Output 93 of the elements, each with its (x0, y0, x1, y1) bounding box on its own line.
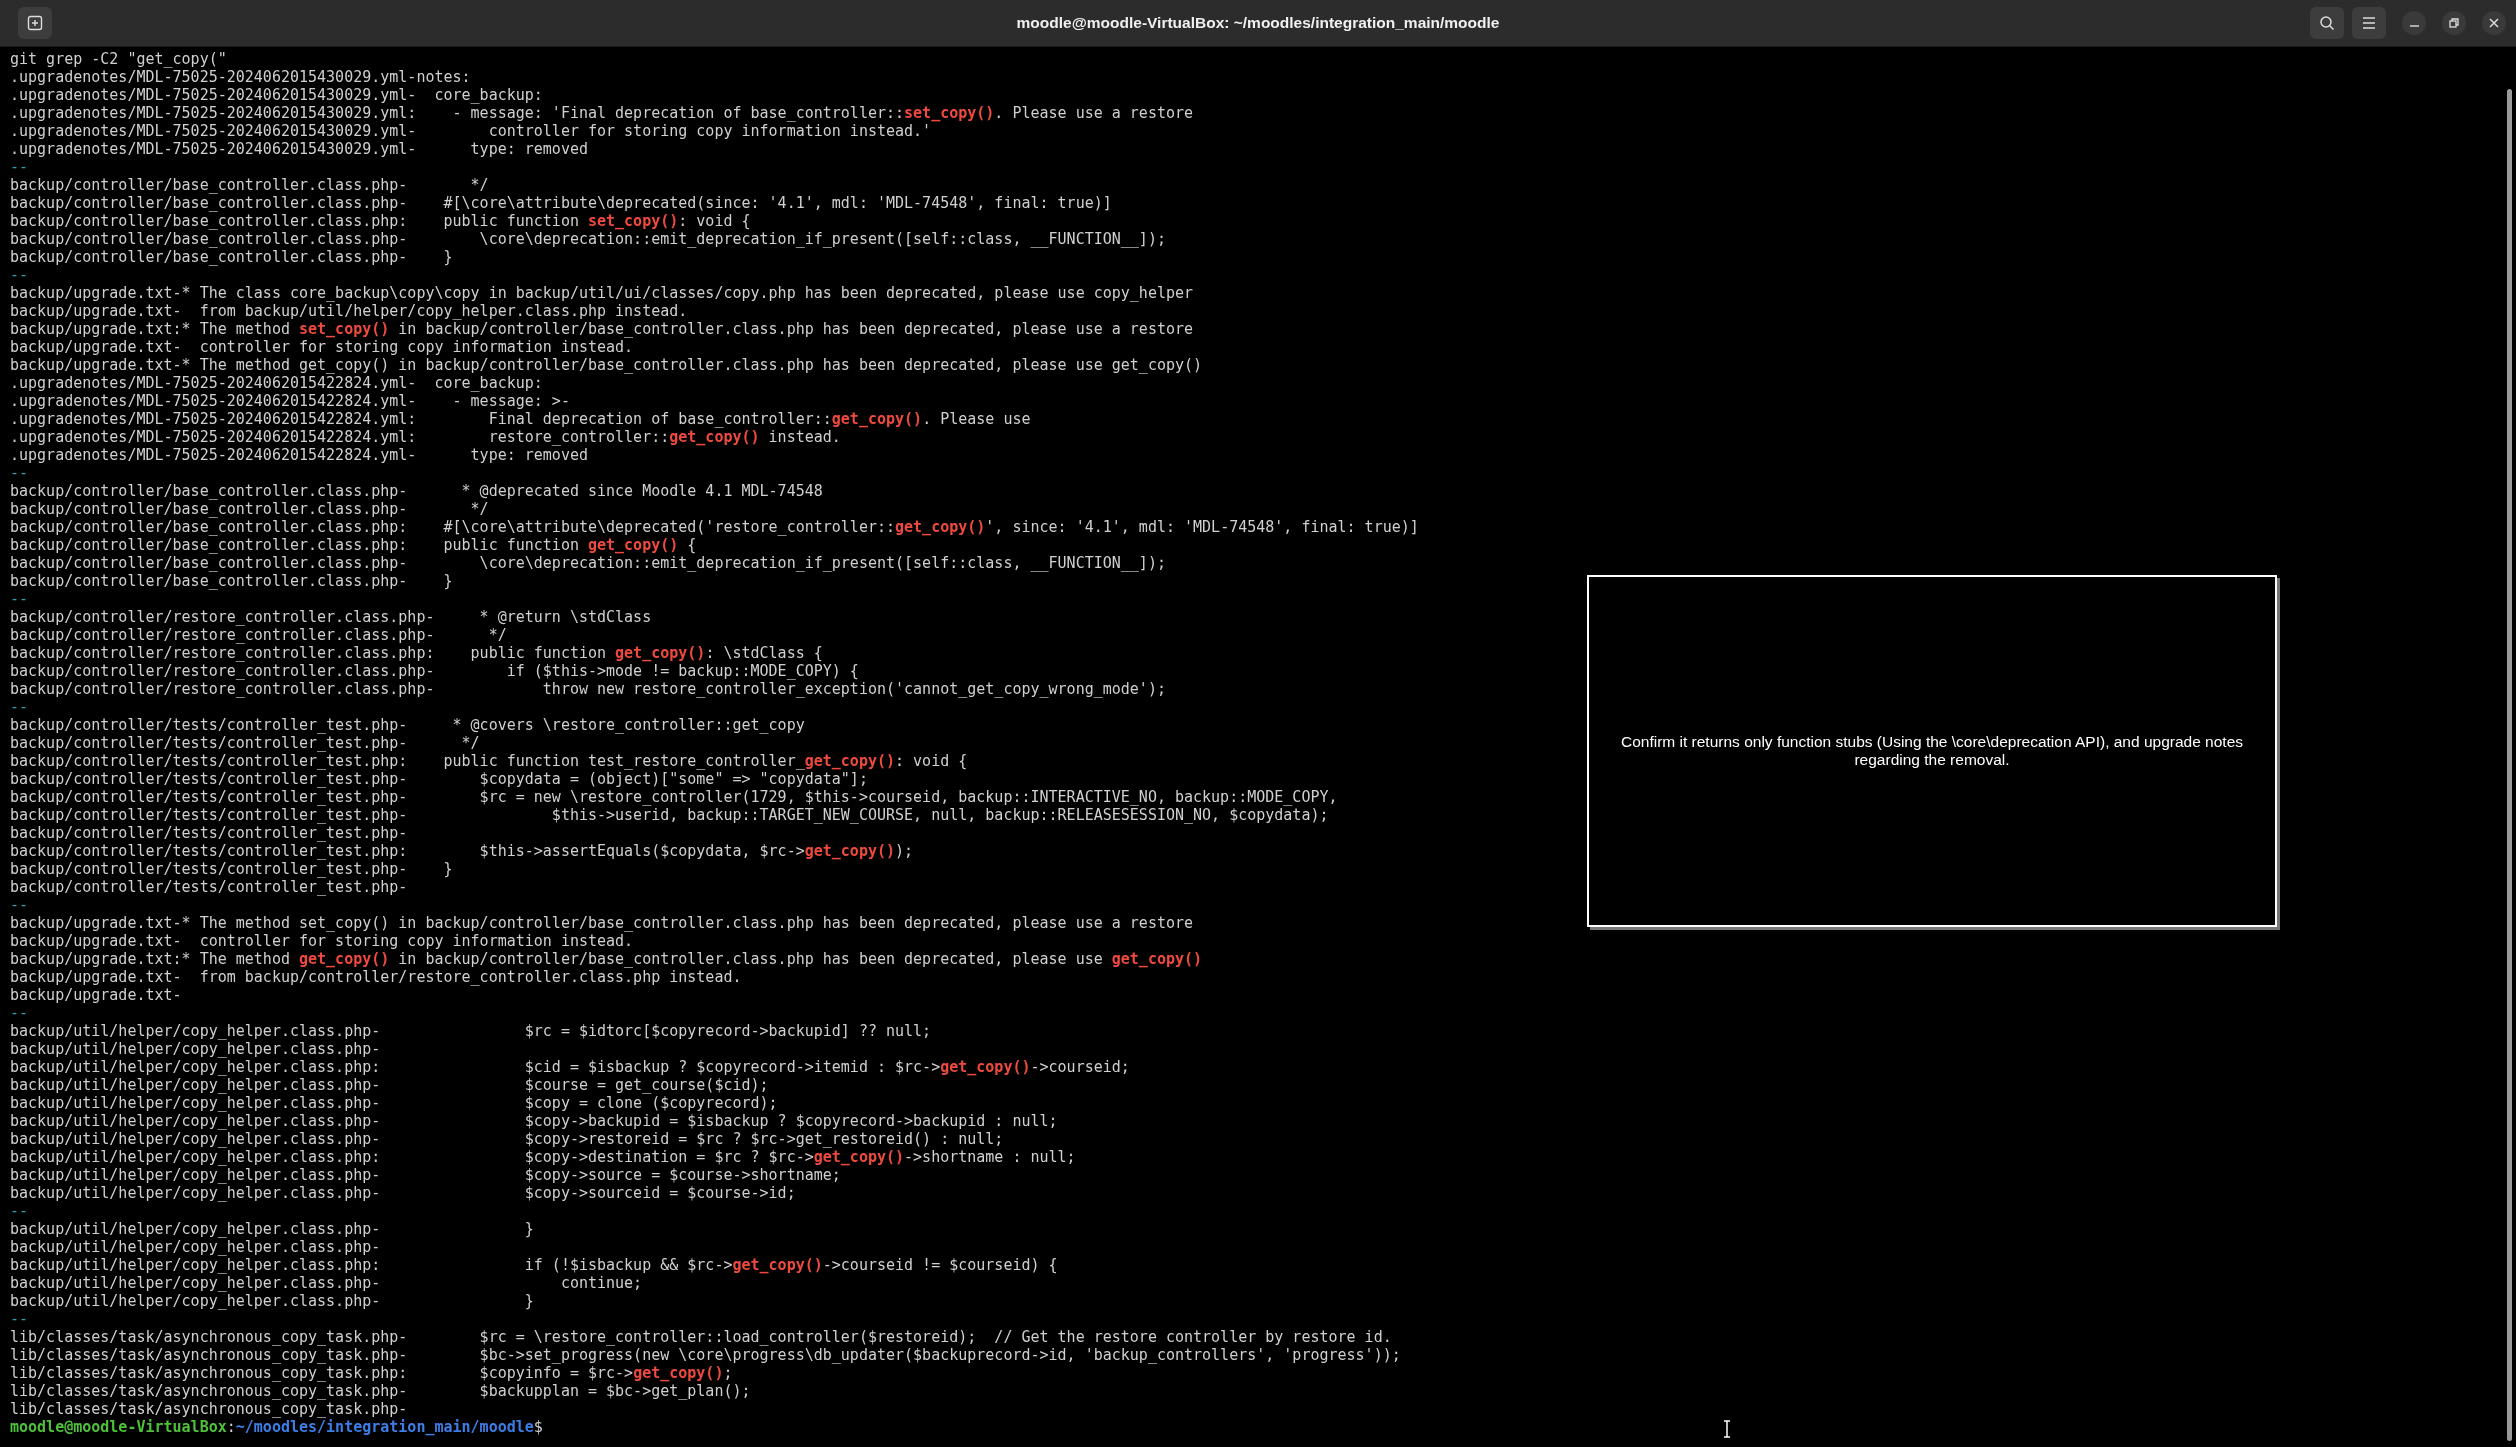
close-button[interactable] (2482, 11, 2506, 35)
terminal-line: backup/controller/restore_controller.class.php- * @return \stdClass (10, 608, 652, 626)
window-title: moodle@moodle-VirtualBox: ~/moodles/integration_main/moodle (1016, 14, 1500, 32)
terminal-line: git grep -C2 "get_copy(" (10, 50, 227, 68)
terminal-line: backup/controller/restore_controller.class.php: public function get_copy(): \stdClass { (10, 644, 823, 662)
terminal-line: backup/controller/base_controller.class.php- * @deprecated since Moodle 4.1 MDL-74548 (10, 482, 823, 500)
terminal-line: .upgradenotes/MDL-75025-2024062015422824.yml: Final deprecation of base_controller::get_copy(). Please use (10, 410, 1031, 428)
terminal-line: -- (10, 590, 29, 608)
terminal-line: backup/controller/base_controller.class.php- } (10, 248, 453, 266)
terminal-line: backup/controller/base_controller.class.php: public function set_copy(): void { (10, 212, 751, 230)
terminal-line: -- (10, 464, 29, 482)
minimize-icon (2409, 25, 2419, 27)
terminal-line: backup/upgrade.txt- from backup/util/helper/copy_helper.class.php instead. (10, 302, 688, 320)
close-icon (2489, 18, 2499, 28)
terminal-line: .upgradenotes/MDL-75025-2024062015422824.yml- core_backup: (10, 374, 543, 392)
new-tab-button[interactable] (18, 7, 52, 39)
search-icon (2319, 15, 2335, 31)
restore-icon (2449, 18, 2459, 28)
terminal-line: backup/controller/tests/controller_test.php- $rc = new \restore_controller(1729, $this->courseid, backup::INTERACTIVE_NO, backup::MODE_COPY, (10, 788, 1338, 806)
terminal-line: backup/util/helper/copy_helper.class.php- $course = get_course($cid); (10, 1076, 769, 1094)
terminal-line: lib/classes/task/asynchronous_copy_task.php- $backupplan = $bc->get_plan(); (10, 1382, 751, 1400)
terminal-line: backup/controller/base_controller.class.php- */ (10, 500, 489, 518)
terminal-line: -- (10, 266, 29, 284)
terminal-line: backup/util/helper/copy_helper.class.php- } (10, 1220, 534, 1238)
terminal-line: moodle@moodle-VirtualBox:~/moodles/integration_main/moodle$ (10, 1418, 543, 1436)
terminal-line: backup/util/helper/copy_helper.class.php- $copy->restoreid = $rc ? $rc->get_restoreid() : null; (10, 1130, 1004, 1148)
terminal-line: -- (10, 698, 29, 716)
terminal-line: backup/upgrade.txt-* The class core_backup\copy\copy in backup/util/ui/classes/copy.php has been deprecated, please use copy_helper (10, 284, 1194, 302)
terminal-line: backup/upgrade.txt- controller for storing copy information instead. (10, 932, 634, 950)
terminal-line: backup/controller/base_controller.class.php- \core\deprecation::emit_deprecation_if_present([self::class, __FUNCTION__]); (10, 554, 1166, 572)
search-button[interactable] (2310, 7, 2344, 39)
terminal-line: backup/controller/tests/controller_test.php- */ (10, 734, 480, 752)
menu-icon (2361, 16, 2377, 30)
terminal-line: backup/util/helper/copy_helper.class.php: $cid = $isbackup ? $copyrecord->itemid : $rc->get_copy()->courseid; (10, 1058, 1130, 1076)
terminal-line: backup/util/helper/copy_helper.class.php: $copy->destination = $rc ? $rc->get_copy()->shortname : null; (10, 1148, 1076, 1166)
terminal-line: lib/classes/task/asynchronous_copy_task.php- $rc = \restore_controller::load_controller($restoreid); // Get the restore controller by restore id. (10, 1328, 1392, 1346)
terminal-line: backup/util/helper/copy_helper.class.php- $copy->backupid = $isbackup ? $copyrecord->backupid : null; (10, 1112, 1058, 1130)
terminal-line: backup/util/helper/copy_helper.class.php- continue; (10, 1274, 643, 1292)
minimize-button[interactable] (2402, 11, 2426, 35)
terminal-line: -- (10, 1202, 29, 1220)
terminal-line: .upgradenotes/MDL-75025-2024062015422824.yml: restore_controller::get_copy() instead. (10, 428, 841, 446)
terminal-line: backup/controller/restore_controller.class.php- */ (10, 626, 507, 644)
terminal-line: .upgradenotes/MDL-75025-2024062015430029.yml- type: removed (10, 140, 588, 158)
text-cursor-icon (1723, 1420, 1731, 1438)
terminal-line: backup/util/helper/copy_helper.class.php- (10, 1040, 381, 1058)
terminal-line: backup/controller/base_controller.class.php- */ (10, 176, 489, 194)
new-tab-icon (27, 15, 43, 31)
terminal-line: backup/controller/restore_controller.class.php- if ($this->mode != backup::MODE_COPY) { (10, 662, 859, 680)
scrollbar[interactable] (2507, 89, 2512, 1441)
terminal-line: backup/upgrade.txt-* The method get_copy() in backup/controller/base_controller.class.php has been deprecated, please use get_copy() (10, 356, 1203, 374)
terminal-line: -- (10, 1004, 29, 1022)
terminal-line: backup/upgrade.txt:* The method set_copy() in backup/controller/base_controller.class.php has been deprecated, please use a restore (10, 320, 1194, 338)
note-text: Confirm it returns only function stubs (Using the \core\deprecation API), and upgrade notes regarding the removal. (1619, 733, 2245, 769)
terminal-line: backup/upgrade.txt- controller for storing copy information instead. (10, 338, 634, 356)
terminal-line: backup/controller/tests/controller_test.php: $this->assertEquals($copydata, $rc->get_copy()); (10, 842, 914, 860)
terminal-line: backup/util/helper/copy_helper.class.php- $copy->sourceid = $course->id; (10, 1184, 796, 1202)
terminal-line: backup/controller/tests/controller_test.php- $copydata = (object)["some" => "copydata"]; (10, 770, 868, 788)
terminal-line: -- (10, 158, 29, 176)
terminal-line: .upgradenotes/MDL-75025-2024062015430029.yml: - message: 'Final deprecation of base_controller::set_copy(). Please use a restore (10, 104, 1194, 122)
terminal-line: backup/util/helper/copy_helper.class.php- $copy->source = $course->shortname; (10, 1166, 841, 1184)
terminal-line: backup/controller/tests/controller_test.php- } (10, 860, 453, 878)
terminal-line: backup/controller/restore_controller.class.php- throw new restore_controller_exception('cannot_get_copy_wrong_mode'); (10, 680, 1166, 698)
terminal-line: .upgradenotes/MDL-75025-2024062015422824.yml- type: removed (10, 446, 588, 464)
terminal-line: backup/util/helper/copy_helper.class.php- (10, 1238, 381, 1256)
terminal-line: backup/upgrade.txt- from backup/controller/restore_controller.class.php instead. (10, 968, 742, 986)
terminal-line: backup/controller/tests/controller_test.php- (10, 878, 408, 896)
terminal-line: backup/util/helper/copy_helper.class.php- $copy = clone ($copyrecord); (10, 1094, 778, 1112)
terminal-line: backup/controller/tests/controller_test.php: public function test_restore_controller_get_copy(): void { (10, 752, 968, 770)
terminal-line: backup/util/helper/copy_helper.class.php- } (10, 1292, 534, 1310)
terminal-line: .upgradenotes/MDL-75025-2024062015430029.yml- controller for storing copy information instead.' (10, 122, 932, 140)
terminal-line: backup/controller/base_controller.class.php: #[\core\attribute\deprecated('restore_controller::get_copy()', since: '4.1', mdl: 'MDL-74548', final: true)] (10, 518, 1419, 536)
terminal-line: backup/controller/base_controller.class.php- } (10, 572, 453, 590)
terminal-line: backup/upgrade.txt:* The method get_copy() in backup/controller/base_controller.class.php has been deprecated, please use get_copy() (10, 950, 1203, 968)
terminal-line: .upgradenotes/MDL-75025-2024062015430029.yml- core_backup: (10, 86, 543, 104)
terminal-line: backup/upgrade.txt- (10, 986, 182, 1004)
terminal-line: lib/classes/task/asynchronous_copy_task.php: $copyinfo = $rc->get_copy(); (10, 1364, 733, 1382)
terminal-line: backup/util/helper/copy_helper.class.php: if (!$isbackup && $rc->get_copy()->courseid != $courseid) { (10, 1256, 1058, 1274)
terminal-line: -- (10, 1310, 29, 1328)
terminal-line: backup/controller/base_controller.class.php- \core\deprecation::emit_deprecation_if_present([self::class, __FUNCTION__]); (10, 230, 1166, 248)
restore-button[interactable] (2442, 11, 2466, 35)
terminal-line: backup/upgrade.txt-* The method set_copy() in backup/controller/base_controller.class.php has been deprecated, please use a restore (10, 914, 1194, 932)
terminal-line: lib/classes/task/asynchronous_copy_task.php- (10, 1400, 408, 1418)
terminal-line: backup/controller/base_controller.class.php- #[\core\attribute\deprecated(since: '4.1', mdl: 'MDL-74548', final: true)] (10, 194, 1112, 212)
terminal-line: backup/controller/tests/controller_test.php- $this->userid, backup::TARGET_NEW_COURSE, null, backup::RELEASESESSION_NO, $copydata); (10, 806, 1329, 824)
terminal-line: backup/controller/tests/controller_test.php- (10, 824, 408, 842)
terminal-line: lib/classes/task/asynchronous_copy_task.php- $bc->set_progress(new \core\progress\db_updater($backuprecord->id, 'backup_controllers', 'progress')); (10, 1346, 1401, 1364)
terminal-line: backup/util/helper/copy_helper.class.php- $rc = $idtorc[$copyrecord->backupid] ?? null; (10, 1022, 932, 1040)
terminal-line: backup/controller/base_controller.class.php: public function get_copy() { (10, 536, 697, 554)
terminal-line: .upgradenotes/MDL-75025-2024062015430029.yml-notes: (10, 68, 471, 86)
terminal-line: backup/controller/tests/controller_test.php- * @covers \restore_controller::get_copy (10, 716, 805, 734)
menu-button[interactable] (2352, 7, 2386, 39)
terminal-line: .upgradenotes/MDL-75025-2024062015422824.yml- - message: >- (10, 392, 570, 410)
terminal-line: -- (10, 896, 29, 914)
